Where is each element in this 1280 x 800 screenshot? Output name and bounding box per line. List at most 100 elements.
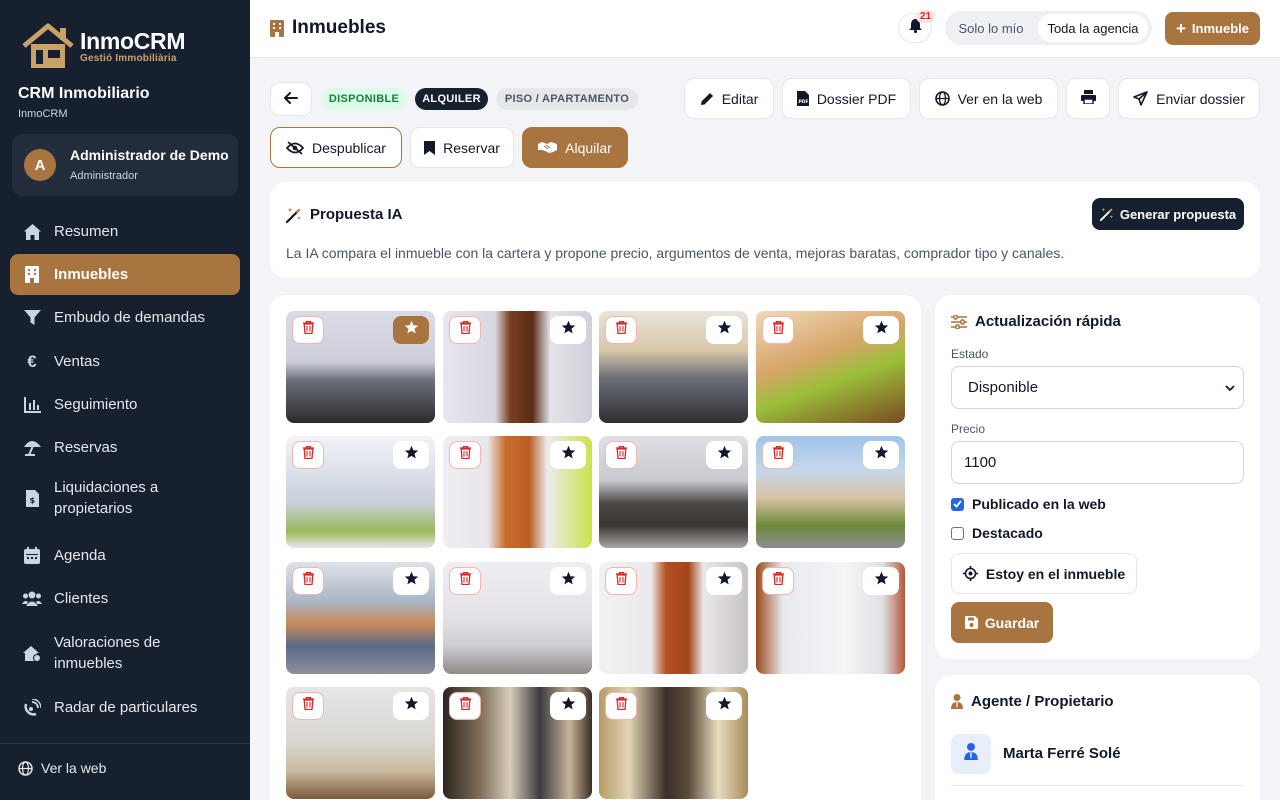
send-dossier-button[interactable]: Enviar dossier — [1118, 78, 1260, 119]
sidebar-divider — [0, 743, 250, 744]
trash-icon — [615, 320, 627, 339]
status-label: Estado — [951, 347, 989, 361]
property-photo[interactable] — [599, 436, 748, 548]
feature-photo-button[interactable] — [393, 441, 429, 469]
price-label: Precio — [951, 422, 986, 436]
delete-photo-button[interactable] — [449, 316, 481, 344]
featured-checkbox[interactable] — [951, 526, 964, 540]
eye-slash-icon — [286, 140, 305, 155]
price-input[interactable]: 1100 — [951, 441, 1244, 484]
user-card[interactable]: A Administrador de Demo Administrador — [12, 134, 238, 196]
published-checkbox[interactable] — [951, 497, 964, 511]
house-valuation-icon — [22, 643, 42, 663]
delete-photo-button[interactable] — [605, 441, 637, 469]
sidebar: InmoCRM Gestió Immobiliària CRM Inmobili… — [0, 0, 250, 800]
delete-photo-button[interactable] — [762, 567, 794, 595]
sidebar-item-reservas[interactable]: Reservas — [10, 427, 240, 468]
back-button[interactable] — [270, 82, 312, 116]
property-photo[interactable] — [286, 436, 435, 548]
edit-button[interactable]: Editar — [684, 78, 774, 119]
sidebar-item-seguimiento[interactable]: Seguimiento — [10, 384, 240, 425]
property-photo[interactable] — [286, 687, 435, 799]
feature-photo-button[interactable] — [550, 567, 586, 595]
feature-photo-button[interactable] — [863, 316, 899, 344]
feature-photo-button[interactable] — [550, 316, 586, 344]
sidebar-item-liquidaciones[interactable]: $ Liquidaciones a propietarios — [10, 471, 240, 525]
trash-icon — [459, 696, 471, 715]
agent-name[interactable]: Marta Ferré Solé — [1003, 745, 1121, 762]
delete-photo-button[interactable] — [762, 441, 794, 469]
scope-toggle: Solo lo mío Toda la agencia — [945, 11, 1152, 45]
delete-photo-button[interactable] — [292, 567, 324, 595]
feature-photo-button[interactable] — [863, 441, 899, 469]
reserve-button[interactable]: Reservar — [410, 127, 514, 168]
view-on-web-button[interactable]: Ver en la web — [919, 78, 1058, 119]
property-photo[interactable] — [756, 436, 905, 548]
status-select[interactable]: Disponible — [951, 366, 1244, 409]
delete-photo-button[interactable] — [449, 692, 481, 720]
print-button[interactable] — [1066, 78, 1110, 119]
property-photo[interactable] — [599, 311, 748, 423]
sidebar-item-ventas[interactable]: € Ventas — [10, 341, 240, 382]
logo[interactable]: InmoCRM Gestió Immobiliària — [20, 20, 186, 72]
delete-photo-button[interactable] — [605, 692, 637, 720]
sidebar-item-resumen[interactable]: Resumen — [10, 211, 240, 252]
sidebar-item-embudo[interactable]: Embudo de demandas — [10, 297, 240, 338]
feature-photo-button[interactable] — [393, 692, 429, 720]
property-photo[interactable] — [286, 562, 435, 674]
sidebar-item-valoraciones[interactable]: Valoraciones de inmuebles — [10, 626, 240, 680]
arrow-left-icon — [284, 91, 298, 107]
on-site-button[interactable]: Estoy en el inmueble — [951, 553, 1137, 594]
sidebar-item-agenda[interactable]: Agenda — [10, 535, 240, 576]
dossier-pdf-button[interactable]: PDF Dossier PDF — [782, 78, 911, 119]
divider — [951, 785, 1244, 786]
property-photo[interactable] — [756, 562, 905, 674]
new-property-button[interactable]: + Inmueble — [1165, 12, 1260, 45]
trash-icon — [459, 320, 471, 339]
property-photo[interactable] — [443, 562, 592, 674]
feature-photo-button[interactable] — [393, 316, 429, 344]
scope-mine-option[interactable]: Solo lo mío — [945, 11, 1037, 45]
property-photo[interactable] — [286, 311, 435, 423]
trash-icon — [615, 571, 627, 590]
scope-agency-option[interactable]: Toda la agencia — [1038, 14, 1148, 42]
delete-photo-button[interactable] — [292, 441, 324, 469]
feature-photo-button[interactable] — [706, 567, 742, 595]
star-icon — [404, 696, 419, 716]
pencil-icon — [700, 92, 714, 106]
delete-photo-button[interactable] — [292, 692, 324, 720]
feature-photo-button[interactable] — [706, 692, 742, 720]
feature-photo-button[interactable] — [393, 567, 429, 595]
delete-photo-button[interactable] — [605, 567, 637, 595]
sidebar-item-inmuebles[interactable]: Inmuebles — [10, 254, 240, 295]
feature-photo-button[interactable] — [550, 441, 586, 469]
property-photo[interactable] — [443, 436, 592, 548]
delete-photo-button[interactable] — [762, 316, 794, 344]
star-icon — [717, 571, 732, 591]
sidebar-item-radar[interactable]: Radar de particulares — [10, 687, 240, 728]
property-photo[interactable] — [599, 562, 748, 674]
property-photo[interactable] — [756, 311, 905, 423]
save-button[interactable]: Guardar — [951, 602, 1053, 643]
star-icon — [404, 571, 419, 591]
feature-photo-button[interactable] — [863, 567, 899, 595]
property-photo[interactable] — [599, 687, 748, 799]
sidebar-item-clientes[interactable]: Clientes — [10, 578, 240, 619]
generate-proposal-button[interactable]: Generar propuesta — [1092, 198, 1244, 230]
delete-photo-button[interactable] — [449, 441, 481, 469]
featured-checkbox-row[interactable]: Destacado — [951, 525, 1043, 541]
property-photo[interactable] — [443, 687, 592, 799]
feature-photo-button[interactable] — [706, 441, 742, 469]
unpublish-button[interactable]: Despublicar — [270, 127, 402, 168]
feature-photo-button[interactable] — [550, 692, 586, 720]
rent-button[interactable]: Alquilar — [522, 127, 628, 168]
published-checkbox-row[interactable]: Publicado en la web — [951, 496, 1106, 512]
delete-photo-button[interactable] — [449, 567, 481, 595]
delete-photo-button[interactable] — [605, 316, 637, 344]
delete-photo-button[interactable] — [292, 316, 324, 344]
chevron-down-icon — [1225, 380, 1235, 397]
property-photo[interactable] — [443, 311, 592, 423]
euro-icon: € — [27, 351, 37, 371]
feature-photo-button[interactable] — [706, 316, 742, 344]
view-web-link[interactable]: Ver la web — [18, 760, 106, 776]
